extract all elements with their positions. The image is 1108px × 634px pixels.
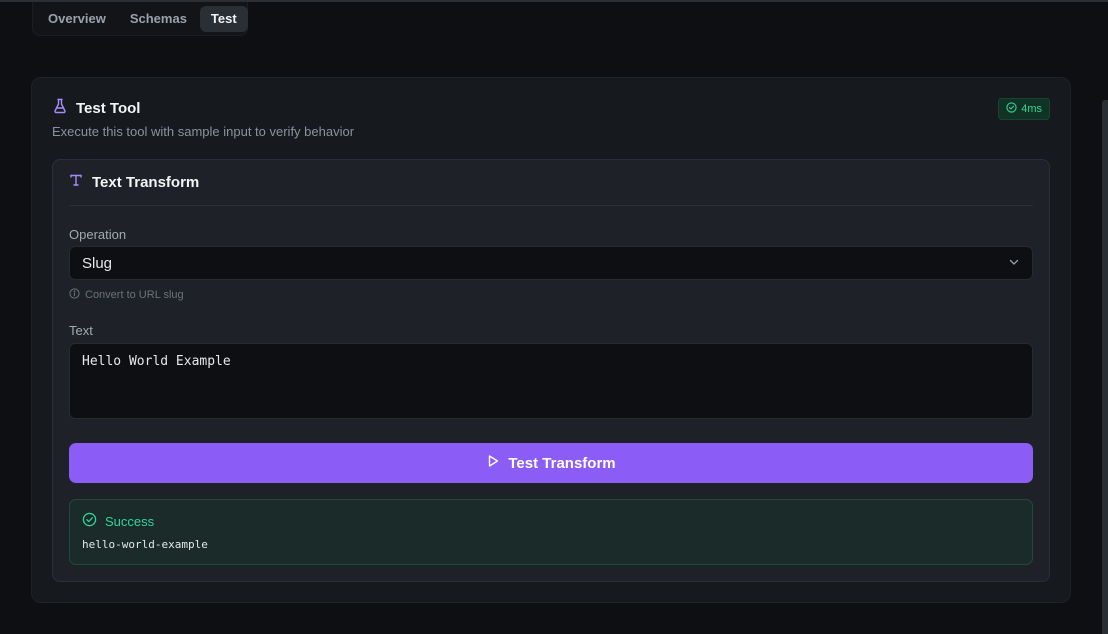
tool-panel: Text Transform Operation Slug Convert to… (52, 159, 1050, 582)
test-transform-button[interactable]: Test Transform (69, 443, 1033, 483)
tab-test[interactable]: Test (199, 5, 248, 32)
result-panel: Success hello-world-example (69, 499, 1033, 565)
tool-panel-header: Text Transform (69, 160, 1033, 206)
tab-overview[interactable]: Overview (37, 6, 117, 32)
timing-value: 4ms (1021, 103, 1042, 115)
test-tool-card: Test Tool Execute this tool with sample … (31, 77, 1071, 603)
result-output: hello-world-example (82, 538, 208, 551)
text-label: Text (69, 323, 93, 338)
play-icon (486, 454, 500, 472)
flask-icon (52, 98, 68, 119)
text-type-icon (69, 173, 83, 192)
test-transform-label: Test Transform (508, 454, 616, 472)
tab-bar: Overview Schemas Test (32, 2, 248, 36)
info-icon (69, 288, 80, 302)
tool-title: Text Transform (92, 174, 200, 191)
result-status: Success (82, 512, 154, 530)
tab-schemas[interactable]: Schemas (119, 6, 198, 32)
operation-value: Slug (82, 254, 113, 272)
text-input[interactable]: Hello World Example (69, 343, 1033, 419)
chevron-down-icon (1008, 255, 1020, 272)
scrollbar[interactable] (1102, 100, 1108, 634)
check-circle-icon (82, 512, 97, 530)
result-status-text: Success (105, 513, 155, 529)
operation-select[interactable]: Slug (69, 246, 1033, 280)
operation-hint-text: Convert to URL slug (85, 289, 184, 301)
operation-label: Operation (69, 227, 127, 242)
timing-badge: 4ms (998, 98, 1050, 120)
card-header: Test Tool (52, 98, 140, 119)
clock-check-icon (1006, 102, 1017, 116)
operation-hint: Convert to URL slug (69, 288, 184, 302)
card-subtitle: Execute this tool with sample input to v… (52, 124, 355, 139)
card-title: Test Tool (76, 100, 141, 117)
